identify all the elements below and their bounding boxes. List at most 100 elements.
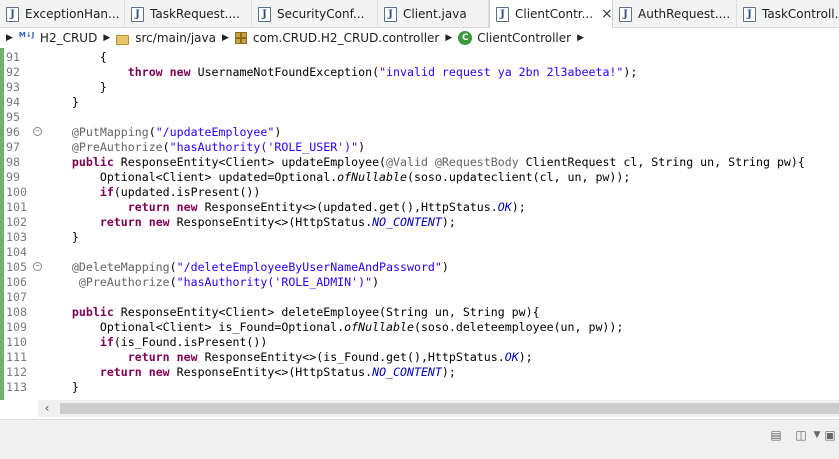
line-number: 96 (6, 125, 20, 139)
tab-exception-handler[interactable]: J ExceptionHan... (0, 0, 125, 28)
tab-label: Client.java (403, 7, 467, 21)
tab-label: SecurityConf... (277, 7, 365, 21)
code-line[interactable]: 100 if(updated.isPresent()) (0, 185, 839, 200)
line-number: 95 (6, 110, 20, 124)
code-editor[interactable]: 91 {92 throw new UsernameNotFoundExcepti… (0, 48, 839, 400)
code-text: } (44, 95, 79, 109)
code-line[interactable]: 105− @DeleteMapping("/deleteEmployeeByUs… (0, 260, 839, 275)
code-line[interactable]: 98 public ResponseEntity<Client> updateE… (0, 155, 839, 170)
code-line[interactable]: 102 return new ResponseEntity<>(HttpStat… (0, 215, 839, 230)
line-number: 103 (6, 230, 27, 244)
code-text: @PreAuthorize("hasAuthority('ROLE_ADMIN'… (78, 275, 380, 289)
breadcrumb-project-label: H2_CRUD (39, 31, 98, 45)
code-text: @PutMapping("/updateEmployee") (71, 125, 282, 139)
tab-label: AuthRequest.... (638, 7, 731, 21)
code-line[interactable]: 96 − @PutMapping("/updateEmployee") (0, 125, 839, 140)
fold-collapse-icon[interactable]: − (33, 262, 42, 271)
tab-client-controller[interactable]: J ClientContr... × (489, 0, 613, 28)
java-file-icon: J (619, 6, 632, 22)
tab-security-config[interactable]: J SecurityConf... (252, 0, 378, 28)
scroll-left-icon[interactable]: ‹ (40, 400, 54, 417)
code-text: return new ResponseEntity<>(updated.get(… (127, 200, 526, 214)
code-line[interactable]: 109 Optional<Client> is_Found=Optional.o… (0, 320, 839, 335)
code-line[interactable]: 97 @PreAuthorize("hasAuthority('ROLE_USE… (0, 140, 839, 155)
line-number: 105 (6, 260, 27, 274)
line-number: 104 (6, 245, 27, 259)
monitor-icon[interactable]: ◫ (793, 428, 809, 442)
package-icon (234, 31, 248, 45)
line-number: 93 (6, 80, 20, 94)
writable-icon[interactable]: ▤ (768, 428, 784, 442)
java-file-icon: J (258, 6, 271, 22)
line-number: 94 (6, 95, 20, 109)
code-line[interactable]: 110 if(is_Found.isPresent()) (0, 335, 839, 350)
code-text: public ResponseEntity<Client> updateEmpl… (71, 155, 805, 169)
line-number: 113 (6, 380, 27, 394)
breadcrumb-source-folder-label: src/main/java (135, 31, 216, 45)
code-text: { (44, 50, 107, 64)
breadcrumb-project[interactable]: M↓J H2_CRUD (19, 31, 97, 45)
code-text: Optional<Client> updated=Optional.ofNull… (44, 170, 631, 184)
code-line[interactable]: 99 Optional<Client> updated=Optional.ofN… (0, 170, 839, 185)
code-line[interactable]: 92 throw new UsernameNotFoundException("… (0, 65, 839, 80)
code-line[interactable]: 108 public ResponseEntity<Client> delete… (0, 305, 839, 320)
breadcrumb-package[interactable]: com.CRUD.H2_CRUD.controller (234, 31, 439, 45)
code-line[interactable]: 103 } (0, 230, 839, 245)
code-line[interactable]: 93 } (0, 80, 839, 95)
code-line[interactable]: 95 (0, 110, 839, 125)
code-text: return new ResponseEntity<>(HttpStatus.N… (99, 365, 456, 379)
tab-label: TaskControll... (762, 7, 839, 21)
breadcrumb-source-folder[interactable]: src/main/java (116, 31, 216, 45)
status-bar: ▤ ◫ ▼ ▣ (0, 419, 839, 459)
line-number: 97 (6, 140, 20, 154)
editor-tab-bar: J ExceptionHan... J TaskRequest.... J Se… (0, 0, 839, 28)
tab-task-request[interactable]: J TaskRequest.... (125, 0, 252, 28)
code-text: throw new UsernameNotFoundException("inv… (127, 65, 638, 79)
code-line[interactable]: 94 } (0, 95, 839, 110)
chevron-right-icon[interactable]: ▶ (445, 33, 452, 43)
line-number: 101 (6, 200, 27, 214)
code-line[interactable]: 104 (0, 245, 839, 260)
close-icon[interactable]: × (601, 7, 612, 21)
tab-auth-request[interactable]: J AuthRequest.... (613, 0, 737, 28)
line-number: 112 (6, 365, 27, 379)
code-line[interactable]: 107 (0, 290, 839, 305)
line-number: 102 (6, 215, 27, 229)
java-file-icon: J (131, 6, 144, 22)
horizontal-scrollbar[interactable]: ‹ (38, 400, 839, 417)
code-text: return new ResponseEntity<>(HttpStatus.N… (99, 215, 456, 229)
code-text: } (44, 230, 79, 244)
line-number: 92 (6, 65, 20, 79)
code-text: return new ResponseEntity<>(is_Found.get… (127, 350, 533, 364)
code-text: @DeleteMapping("/deleteEmployeeByUserNam… (71, 260, 449, 274)
code-line[interactable]: 113 } (0, 380, 839, 395)
code-line[interactable]: 91 { (0, 50, 839, 65)
tab-task-controller[interactable]: J TaskControll... (737, 0, 839, 28)
scrollbar-thumb[interactable] (60, 403, 839, 414)
breadcrumb-class[interactable]: C ClientController (458, 31, 571, 45)
code-text: } (44, 380, 79, 394)
java-file-icon: J (384, 6, 397, 22)
menu-icon[interactable]: ▣ (822, 428, 838, 442)
code-line[interactable]: 101 return new ResponseEntity<>(updated.… (0, 200, 839, 215)
code-line[interactable]: 111 return new ResponseEntity<>(is_Found… (0, 350, 839, 365)
code-line[interactable]: 112 return new ResponseEntity<>(HttpStat… (0, 365, 839, 380)
tab-client-java[interactable]: J Client.java (378, 0, 489, 28)
line-number: 108 (6, 305, 27, 319)
line-number: 91 (6, 50, 20, 64)
line-number: 99 (6, 170, 20, 184)
fold-collapse-icon[interactable]: − (33, 127, 42, 136)
tab-label: TaskRequest.... (150, 7, 240, 21)
line-number: 98 (6, 155, 20, 169)
chevron-right-icon[interactable]: ▶ (222, 33, 229, 43)
line-number: 109 (6, 320, 27, 334)
line-number: 110 (6, 335, 27, 349)
code-line[interactable]: 106 @PreAuthorize("hasAuthority('ROLE_AD… (0, 275, 839, 290)
chevron-right-icon[interactable]: ▶ (103, 33, 110, 43)
line-number: 107 (6, 290, 27, 304)
source-folder-icon (116, 32, 130, 45)
line-number: 106 (6, 275, 27, 289)
chevron-right-icon[interactable]: ▶ (577, 33, 584, 43)
chevron-right-icon[interactable]: ▶ (6, 33, 13, 43)
code-text: public ResponseEntity<Client> deleteEmpl… (71, 305, 540, 319)
